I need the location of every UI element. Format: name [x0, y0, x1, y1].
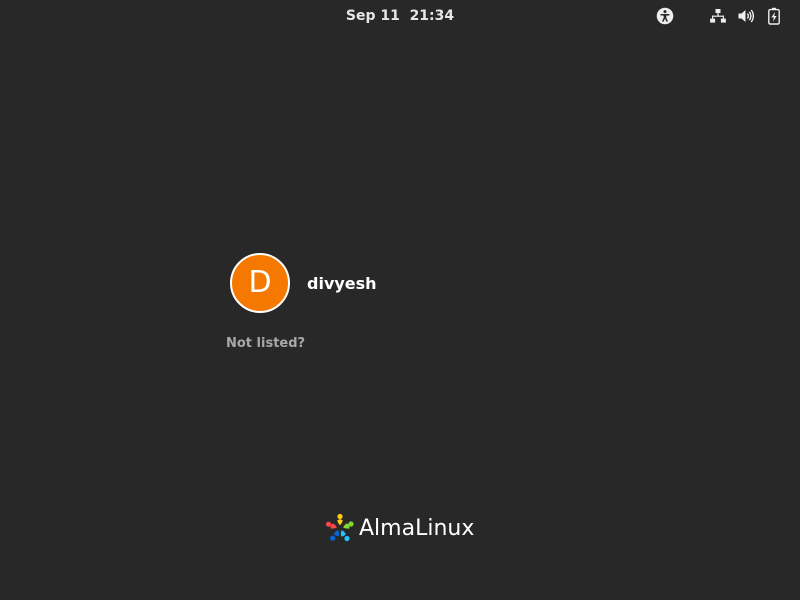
- almalinux-logo-icon: [326, 513, 354, 542]
- almalinux-logo: AlmaLinux: [324, 512, 484, 546]
- login-screen: Sep 11 21:34 D divyesh Not listed? AlmaL…: [0, 0, 800, 600]
- logo-text: AlmaLinux: [359, 516, 475, 541]
- volume-icon[interactable]: [737, 7, 755, 25]
- user-list-item[interactable]: D divyesh: [226, 250, 426, 320]
- accessibility-icon[interactable]: [656, 7, 674, 25]
- user-avatar: D: [230, 253, 290, 313]
- battery-icon[interactable]: [765, 7, 783, 25]
- network-icon[interactable]: [709, 7, 727, 25]
- user-name: divyesh: [307, 274, 377, 293]
- top-bar: Sep 11 21:34: [0, 0, 800, 32]
- clock[interactable]: Sep 11 21:34: [340, 0, 460, 32]
- not-listed-button[interactable]: Not listed?: [226, 336, 305, 351]
